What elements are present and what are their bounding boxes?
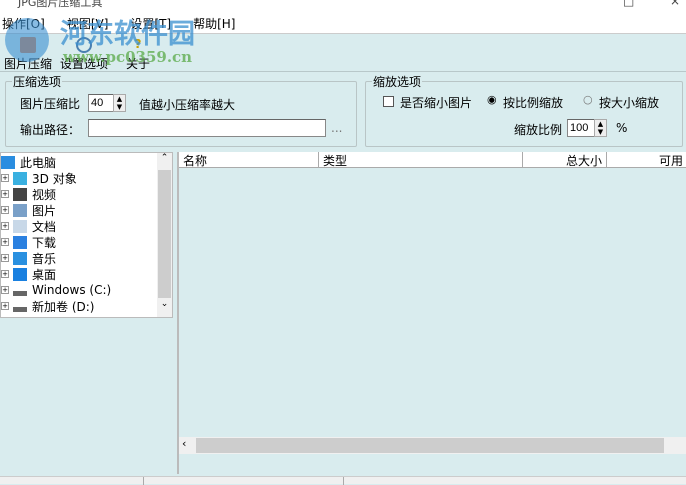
ratio-input[interactable] (88, 94, 114, 112)
help-icon: ? (134, 37, 142, 51)
cube-icon (13, 171, 27, 185)
tree-vertical-scrollbar[interactable]: ⌃ ⌄ (157, 153, 172, 317)
expand-icon[interactable]: + (1, 206, 9, 214)
menu-operate[interactable]: 操作[O] (2, 15, 45, 33)
compress-label: 图片压缩 (4, 57, 53, 71)
tree-item[interactable]: + 音乐 (1, 250, 56, 266)
expand-icon[interactable]: + (1, 286, 9, 294)
drive-icon (13, 306, 27, 312)
scroll-thumb[interactable] (158, 170, 171, 298)
ratio-spinner[interactable]: ▲ ▼ (113, 94, 126, 112)
tree-item-label: Windows (C:) (32, 283, 112, 297)
scroll-down-button[interactable]: ⌄ (157, 299, 172, 315)
music-icon (13, 251, 27, 265)
output-path-input[interactable] (88, 119, 326, 137)
menu-bar: 操作[O] 视图[V] 设置[T] 帮助[H] (0, 12, 686, 34)
browse-button[interactable]: ... (331, 121, 342, 135)
tree-item-label: 视频 (32, 187, 57, 202)
folder-tree[interactable]: 此电脑 +3D 对象 + 视频 + 图片 + 文档 + 下载 + 音乐 + 桌面 + Windows (C:)… (0, 152, 173, 318)
tree-item[interactable]: + 新加卷 (D:) (1, 298, 94, 314)
shrink-label: 是否缩小图片 (400, 96, 473, 110)
tree-item[interactable]: + 下载 (1, 234, 56, 250)
tree-item[interactable]: + 桌面 (1, 266, 56, 282)
scale-ratio-input[interactable] (567, 119, 595, 137)
tree-item-label: 桌面 (32, 267, 57, 282)
tree-item[interactable]: +3D 对象 (1, 170, 77, 186)
settings-magnifier-icon (76, 37, 92, 53)
compress-options-legend: 压缩选项 (13, 75, 62, 89)
column-total-size[interactable]: 总大小 (523, 152, 607, 168)
tree-item-label: 此电脑 (20, 155, 57, 170)
picture-icon (13, 203, 27, 217)
menu-settings[interactable]: 设置[T] (130, 15, 171, 33)
tree-item[interactable]: + 图片 (1, 202, 56, 218)
scale-ratio-label: 缩放比例 (514, 123, 563, 137)
scale-unit: % (616, 121, 628, 135)
scale-ratio-spinner[interactable]: ▲ ▼ (594, 119, 607, 137)
download-icon (13, 235, 27, 249)
column-name[interactable]: 名称 (179, 152, 319, 168)
toolbar: 图片压缩 设置选项 ? 关于 (0, 35, 686, 72)
expand-icon[interactable]: + (1, 174, 9, 182)
computer-icon (1, 155, 15, 169)
expand-icon[interactable]: + (1, 270, 9, 278)
document-icon (13, 219, 27, 233)
menu-help[interactable]: 帮助[H] (193, 15, 235, 33)
desktop-icon (13, 267, 27, 281)
tree-item-label: 文档 (32, 219, 57, 234)
drive-icon (13, 290, 27, 296)
about-label: 关于 (126, 57, 151, 71)
expand-icon[interactable]: + (1, 302, 9, 310)
about-button[interactable]: ? 关于 (126, 35, 150, 72)
expand-icon[interactable]: + (1, 254, 9, 262)
compress-icon (20, 37, 36, 53)
settings-button[interactable]: 设置选项 (60, 35, 108, 72)
title-bar: JPG图片压缩工具 □ × (0, 0, 686, 12)
maximize-button[interactable]: □ (623, 0, 634, 8)
radio-size-label: 按大小缩放 (599, 96, 660, 110)
shrink-checkbox[interactable] (383, 96, 394, 107)
close-button[interactable]: × (670, 0, 680, 8)
compress-button[interactable]: 图片压缩 (4, 35, 52, 72)
expand-icon[interactable]: + (1, 238, 9, 246)
scroll-up-button[interactable]: ⌃ (157, 153, 172, 169)
menu-view[interactable]: 视图[V] (67, 15, 109, 33)
column-type[interactable]: 类型 (319, 152, 523, 168)
scroll-thumb[interactable] (196, 438, 664, 453)
ratio-hint: 值越小压缩率越大 (139, 98, 236, 112)
radio-size[interactable]: ○ (583, 93, 593, 106)
expand-icon[interactable]: + (1, 190, 9, 198)
tree-item-label: 下载 (32, 235, 57, 250)
expand-icon[interactable]: + (1, 222, 9, 230)
radio-ratio[interactable]: ◉ (487, 93, 497, 106)
output-label: 输出路径： (20, 123, 81, 137)
tree-item[interactable]: 此电脑 (1, 154, 56, 170)
ratio-label: 图片压缩比 (20, 97, 81, 111)
radio-ratio-label: 按比例缩放 (503, 96, 564, 110)
tree-item-label: 3D 对象 (32, 171, 77, 186)
scroll-left-button[interactable]: ‹ (182, 437, 186, 450)
status-bar (0, 476, 686, 485)
tree-item[interactable]: + 视频 (1, 186, 56, 202)
tree-item-label: 新加卷 (D:) (32, 299, 95, 314)
window-title: JPG图片压缩工具 (18, 0, 103, 9)
column-free[interactable]: 可用 (607, 152, 686, 168)
list-horizontal-scrollbar[interactable]: ‹ (179, 437, 686, 454)
settings-label: 设置选项 (60, 57, 109, 71)
tree-item-label: 图片 (32, 203, 57, 218)
video-icon (13, 187, 27, 201)
file-list[interactable]: 名称 类型 总大小 可用 (177, 152, 686, 474)
tree-item[interactable]: + Windows (C:) (1, 282, 111, 298)
tree-item-label: 音乐 (32, 251, 57, 266)
tree-item[interactable]: + 文档 (1, 218, 56, 234)
scale-options-legend: 缩放选项 (373, 75, 422, 89)
